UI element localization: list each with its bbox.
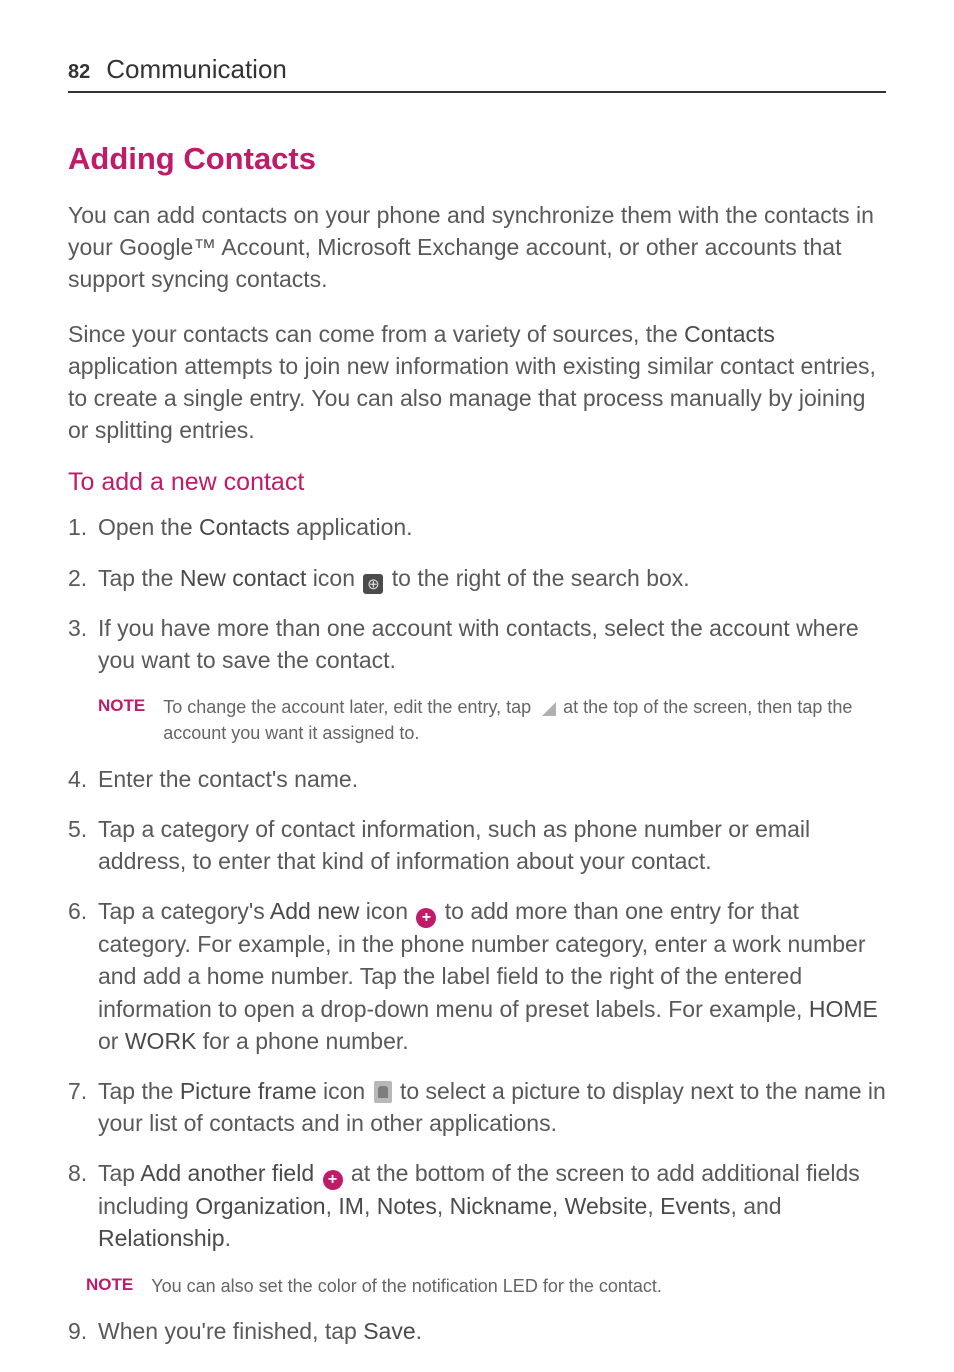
text-fragment: for a phone number. — [196, 1028, 408, 1054]
text-fragment: Tap — [98, 1160, 140, 1186]
work-label: WORK — [125, 1028, 197, 1054]
add-new-label: Add new — [270, 898, 360, 924]
notes-label: Notes — [377, 1193, 437, 1219]
note-text: To change the account later, edit the en… — [163, 694, 886, 746]
step-7: Tap the Picture frame icon to select a p… — [68, 1075, 886, 1139]
step-4: Enter the contact's name. — [68, 763, 886, 795]
text-fragment: . — [416, 1318, 422, 1344]
step-2: Tap the New contact icon to the right of… — [68, 562, 886, 595]
text-fragment: , — [437, 1193, 450, 1219]
note-text: You can also set the color of the notifi… — [151, 1273, 662, 1299]
text-fragment — [314, 1160, 320, 1186]
home-label: HOME — [809, 996, 878, 1022]
steps-list: Open the Contacts application. Tap the N… — [68, 511, 886, 676]
step-1: Open the Contacts application. — [68, 511, 886, 543]
step-6: Tap a category's Add new icon to add mor… — [68, 895, 886, 1057]
page-number: 82 — [68, 61, 90, 84]
picture-frame-label: Picture frame — [180, 1078, 317, 1104]
add-new-plus-icon — [416, 908, 436, 928]
text-fragment: Open the — [98, 514, 199, 540]
note-label: NOTE — [98, 694, 145, 746]
text-fragment: , and — [730, 1193, 781, 1219]
text-fragment: , — [552, 1193, 565, 1219]
subsection-heading: To add a new contact — [68, 468, 886, 497]
note-2: NOTE You can also set the color of the n… — [68, 1273, 886, 1299]
save-label: Save — [363, 1318, 415, 1344]
text-fragment: , — [326, 1193, 339, 1219]
text-fragment: When you're finished, tap — [98, 1318, 363, 1344]
text-fragment: , — [364, 1193, 377, 1219]
step-5: Tap a category of contact information, s… — [68, 813, 886, 877]
text-fragment: to the right of the search box. — [385, 565, 689, 591]
website-label: Website — [565, 1193, 648, 1219]
new-contact-label: New contact — [180, 565, 307, 591]
text-fragment: Tap a category's — [98, 898, 270, 924]
intro-para-1: You can add contacts on your phone and s… — [68, 199, 886, 296]
add-field-plus-icon — [323, 1170, 343, 1190]
text-fragment: , — [647, 1193, 660, 1219]
page-header: 82 Communication — [68, 54, 886, 93]
text-fragment: To change the account later, edit the en… — [163, 697, 536, 717]
text-fragment: application attempts to join new informa… — [68, 353, 876, 443]
events-label: Events — [660, 1193, 730, 1219]
nickname-label: Nickname — [450, 1193, 552, 1219]
note-label: NOTE — [86, 1273, 133, 1299]
header-title: Communication — [106, 54, 287, 85]
text-fragment: icon — [359, 898, 414, 924]
edit-pencil-icon — [538, 698, 556, 716]
section-heading: Adding Contacts — [68, 141, 886, 177]
new-contact-plus-icon — [363, 574, 383, 594]
text-fragment: application. — [290, 514, 413, 540]
text-fragment: . — [225, 1225, 231, 1251]
text-fragment: Tap the — [98, 565, 180, 591]
note-1: NOTE To change the account later, edit t… — [68, 694, 886, 746]
step-8: Tap Add another field at the bottom of t… — [68, 1157, 886, 1254]
contacts-app-name: Contacts — [199, 514, 290, 540]
contacts-app-name: Contacts — [684, 321, 775, 347]
im-label: IM — [338, 1193, 364, 1219]
relationship-label: Relationship — [98, 1225, 225, 1251]
text-fragment: Tap the — [98, 1078, 180, 1104]
step-3: If you have more than one account with c… — [68, 612, 886, 676]
text-fragment: Since your contacts can come from a vari… — [68, 321, 684, 347]
add-another-field-label: Add another field — [140, 1160, 314, 1186]
step-9: When you're finished, tap Save. — [68, 1315, 886, 1347]
organization-label: Organization — [195, 1193, 325, 1219]
text-fragment: icon — [317, 1078, 372, 1104]
picture-frame-icon — [374, 1081, 392, 1103]
steps-list-final: When you're finished, tap Save. — [68, 1315, 886, 1347]
steps-list-continued: Enter the contact's name. Tap a category… — [68, 763, 886, 1255]
text-fragment: icon — [306, 565, 361, 591]
text-fragment: or — [98, 1028, 125, 1054]
intro-para-2: Since your contacts can come from a vari… — [68, 318, 886, 447]
